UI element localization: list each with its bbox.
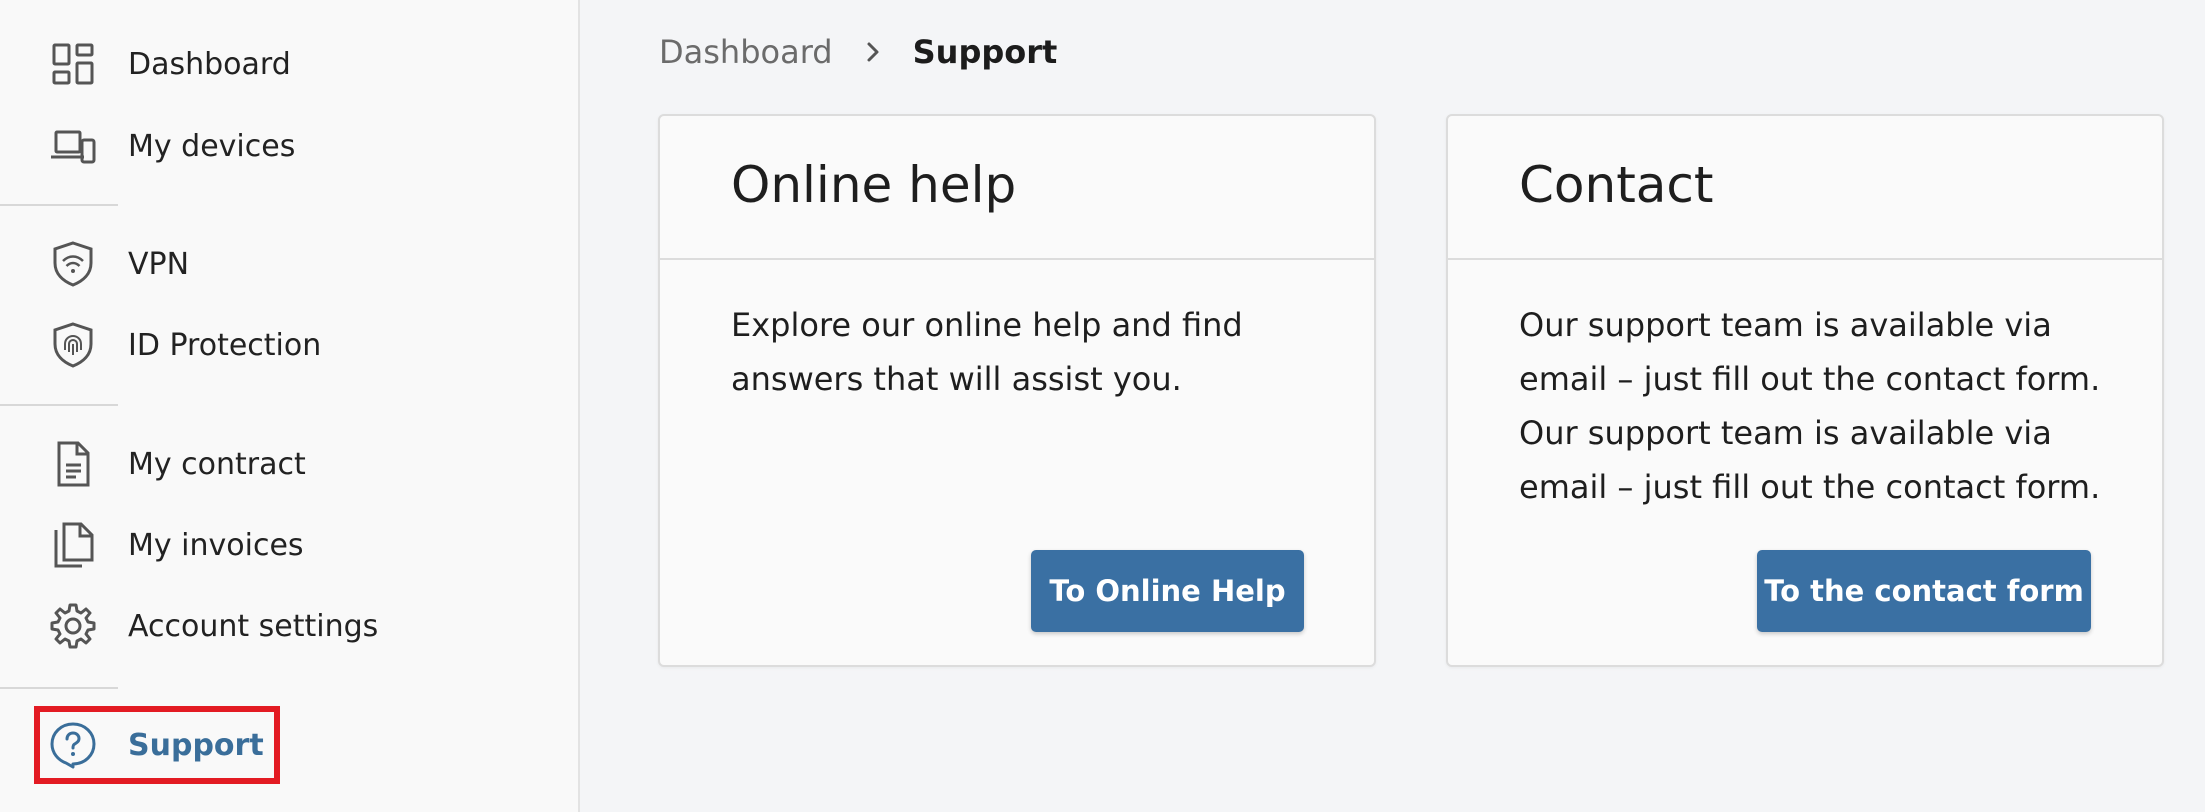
sidebar-item-account-settings[interactable]: Account settings bbox=[0, 594, 578, 658]
sidebar-divider bbox=[0, 687, 118, 689]
sidebar-item-support[interactable]: Support bbox=[0, 713, 578, 777]
gear-icon bbox=[48, 601, 98, 651]
document-icon bbox=[48, 439, 98, 489]
dashboard-icon bbox=[48, 39, 98, 89]
sidebar-item-my-devices[interactable]: My devices bbox=[0, 114, 578, 178]
breadcrumb-link-dashboard[interactable]: Dashboard bbox=[659, 33, 833, 71]
card-header: Contact bbox=[1448, 116, 2162, 260]
card-title: Contact bbox=[1519, 156, 1714, 214]
card-text: Our support team is available via email … bbox=[1519, 414, 2101, 506]
id-protection-shield-icon bbox=[48, 320, 98, 370]
sidebar-item-label: My contract bbox=[128, 446, 306, 482]
online-help-button[interactable]: To Online Help bbox=[1031, 550, 1304, 632]
card-body: Our support team is available via email … bbox=[1519, 298, 2109, 514]
breadcrumb-current: Support bbox=[912, 33, 1058, 71]
sidebar-divider bbox=[0, 404, 118, 406]
chevron-right-icon bbox=[833, 40, 913, 64]
sidebar-item-label: ID Protection bbox=[128, 327, 322, 363]
help-question-icon bbox=[48, 720, 98, 770]
card-title: Online help bbox=[731, 156, 1017, 214]
sidebar-item-label: My invoices bbox=[128, 527, 304, 563]
sidebar-item-dashboard[interactable]: Dashboard bbox=[0, 32, 578, 96]
sidebar-item-label: Support bbox=[128, 727, 264, 763]
online-help-card: Online help Explore our online help and … bbox=[658, 114, 1376, 667]
app-window: Dashboard My devices VPN ID Protection M… bbox=[0, 0, 2205, 812]
sidebar-item-id-protection[interactable]: ID Protection bbox=[0, 313, 578, 377]
sidebar-item-label: Account settings bbox=[128, 608, 379, 644]
sidebar-item-my-contract[interactable]: My contract bbox=[0, 432, 578, 496]
sidebar-item-my-invoices[interactable]: My invoices bbox=[0, 513, 578, 577]
sidebar-item-label: Dashboard bbox=[128, 46, 291, 82]
copy-documents-icon bbox=[48, 520, 98, 570]
card-body: Explore our online help and find answers… bbox=[731, 298, 1271, 406]
sidebar-item-label: My devices bbox=[128, 128, 296, 164]
sidebar-item-label: VPN bbox=[128, 246, 190, 282]
contact-form-button[interactable]: To the contact form bbox=[1757, 550, 2091, 632]
sidebar: Dashboard My devices VPN ID Protection M… bbox=[0, 0, 580, 812]
sidebar-item-vpn[interactable]: VPN bbox=[0, 232, 578, 296]
contact-card: Contact Our support team is available vi… bbox=[1446, 114, 2164, 667]
breadcrumb: Dashboard Support bbox=[659, 28, 1057, 76]
vpn-shield-icon bbox=[48, 239, 98, 289]
devices-icon bbox=[48, 121, 98, 171]
card-text: Explore our online help and find answers… bbox=[731, 306, 1243, 398]
card-text: Our support team is available via email … bbox=[1519, 306, 2101, 398]
card-header: Online help bbox=[660, 116, 1374, 260]
sidebar-divider bbox=[0, 204, 118, 206]
